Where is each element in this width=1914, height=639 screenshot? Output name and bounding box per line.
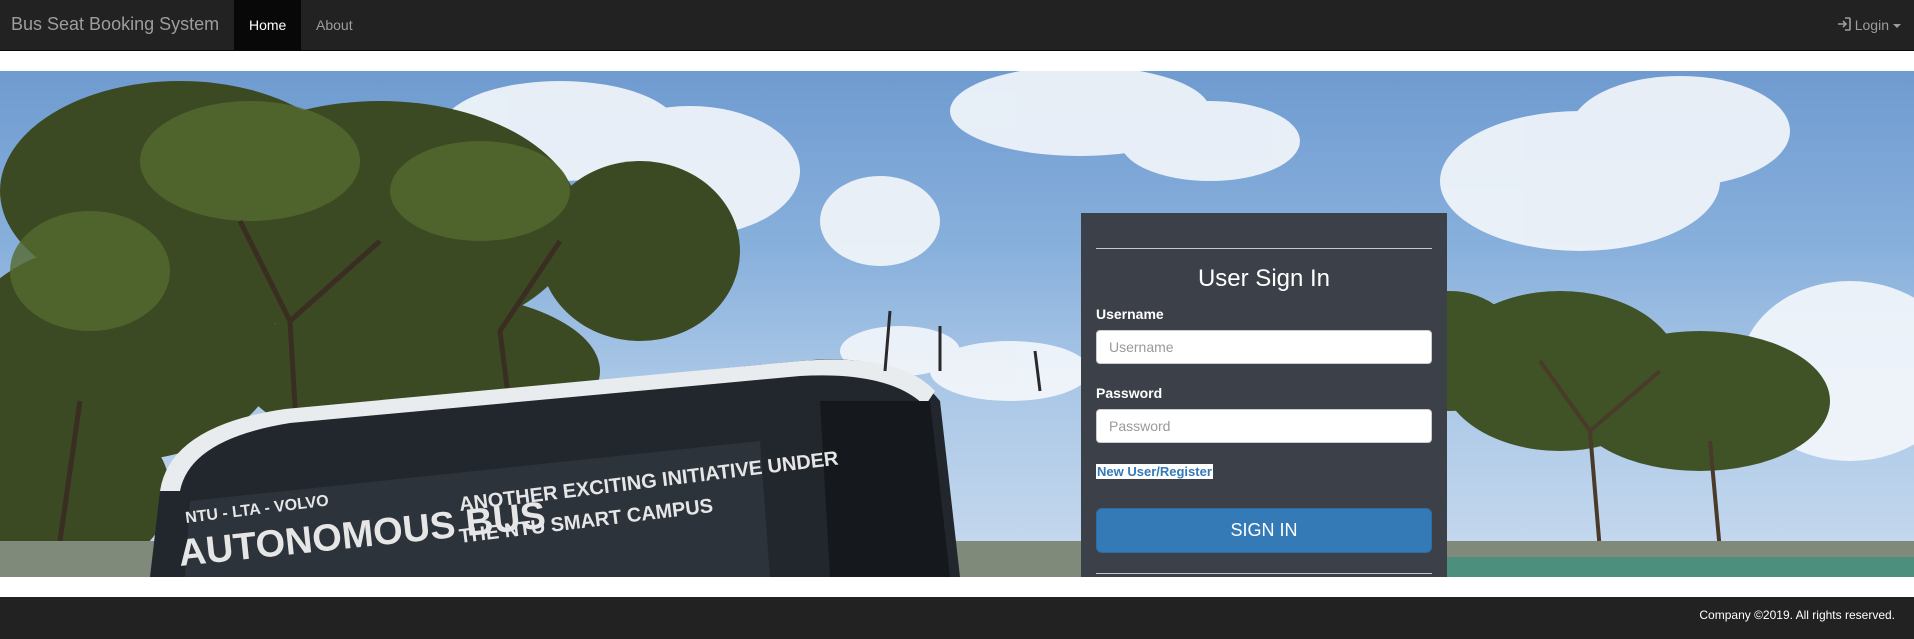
login-label: Login (1854, 17, 1889, 33)
top-navbar: Bus Seat Booking System Home About Login (0, 0, 1914, 51)
sign-in-icon (1837, 17, 1851, 32)
nav-item-home[interactable]: Home (234, 0, 301, 50)
register-link[interactable]: New User/Register (1096, 464, 1213, 479)
password-label: Password (1096, 385, 1163, 401)
hero-bus-photo: NTU - LTA - VOLVO AUTONOMOUS BUS ANOTHER… (0, 71, 1914, 577)
chevron-down-icon (1893, 24, 1901, 29)
nav-item-about[interactable]: About (301, 0, 369, 50)
sign-in-button[interactable]: SIGN IN (1096, 508, 1432, 553)
divider (1096, 248, 1432, 249)
username-input[interactable] (1096, 330, 1432, 364)
password-input[interactable] (1096, 409, 1432, 443)
username-label: Username (1096, 306, 1164, 322)
login-dropdown[interactable]: Login (1837, 0, 1901, 50)
login-title: User Sign In (1197, 265, 1331, 292)
hero-banner-image: NTU - LTA - VOLVO AUTONOMOUS BUS ANOTHER… (0, 71, 1914, 577)
divider (1096, 573, 1432, 574)
footer-copyright: Company ©2019. All rights reserved. (1699, 608, 1895, 622)
login-card: User Sign In Username Password New User/… (1081, 213, 1447, 577)
brand-link[interactable]: Bus Seat Booking System (11, 14, 219, 35)
footer: Company ©2019. All rights reserved. (0, 597, 1914, 639)
